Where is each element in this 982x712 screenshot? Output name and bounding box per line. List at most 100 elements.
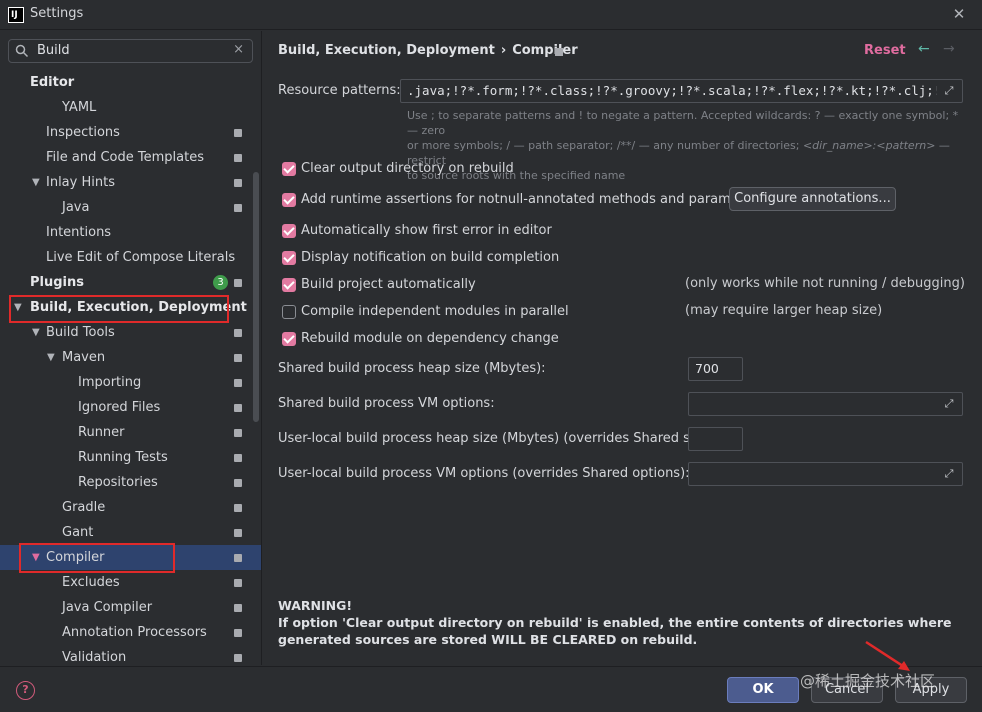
project-scope-icon <box>234 429 242 437</box>
chevron-down-icon[interactable]: ▼ <box>32 320 44 345</box>
tree-item-intentions[interactable]: Intentions <box>0 220 261 245</box>
ok-button[interactable]: OK <box>727 677 799 703</box>
forward-arrow-icon[interactable]: → <box>943 41 955 57</box>
heap-size-label: Shared build process heap size (Mbytes): <box>278 361 546 376</box>
highlight-box <box>9 295 229 323</box>
search-input[interactable]: Build × <box>8 39 253 63</box>
build-notification-checkbox[interactable] <box>282 251 296 265</box>
tree-item-ignored-files[interactable]: Ignored Files <box>0 395 261 420</box>
close-icon[interactable]: ✕ <box>948 3 970 25</box>
user-heap-field[interactable] <box>688 427 743 451</box>
search-icon <box>15 44 29 58</box>
project-scope-icon <box>234 654 242 662</box>
build-automatically-checkbox[interactable] <box>282 278 296 292</box>
tree-item-label: Running Tests <box>78 450 168 465</box>
tree-item-java-compiler[interactable]: Java Compiler <box>0 595 261 620</box>
tree-item-label: Ignored Files <box>78 400 161 415</box>
project-scope-icon <box>234 129 242 137</box>
sidebar-scrollbar[interactable] <box>253 172 259 422</box>
project-scope-icon <box>234 379 242 387</box>
tree-item-plugins[interactable]: Plugins 3 <box>0 270 261 295</box>
compiler-settings-panel: Build, Execution, Deployment › Compiler Re… <box>263 31 982 665</box>
help-icon[interactable]: ? <box>16 681 35 700</box>
tree-item-inlay-hints[interactable]: ▼ Inlay Hints <box>0 170 261 195</box>
tree-item-label: Validation <box>62 650 127 665</box>
show-first-error-checkbox[interactable] <box>282 224 296 238</box>
project-scope-icon <box>555 48 563 56</box>
chevron-down-icon[interactable]: ▼ <box>47 345 59 370</box>
resource-patterns-field[interactable]: .java;!?*.form;!?*.class;!?*.groovy;!?*.… <box>400 79 963 103</box>
heap-size-value[interactable]: 700 <box>695 361 719 376</box>
tree-item-gradle[interactable]: Gradle <box>0 495 261 520</box>
tree-item-yaml[interactable]: YAML <box>0 95 261 120</box>
runtime-assertions-checkbox[interactable] <box>282 193 296 207</box>
clear-search-icon[interactable]: × <box>233 42 244 57</box>
project-scope-icon <box>234 454 242 462</box>
tree-item-gant[interactable]: Gant <box>0 520 261 545</box>
resource-patterns-label: Resource patterns: <box>278 83 401 98</box>
back-arrow-icon[interactable]: ← <box>918 41 930 57</box>
tree-item-annotation-processors[interactable]: Annotation Processors <box>0 620 261 645</box>
project-scope-icon <box>234 529 242 537</box>
option-label: Compile independent modules in parallel <box>301 304 569 319</box>
breadcrumb-current: Compiler <box>512 43 578 58</box>
project-scope-icon <box>234 479 242 487</box>
clear-output-checkbox[interactable] <box>282 162 296 176</box>
tree-item-runner[interactable]: Runner <box>0 420 261 445</box>
breadcrumb: Build, Execution, Deployment › Compiler <box>278 43 578 58</box>
intellij-logo-icon: IJ <box>8 7 24 23</box>
tree-item-running-tests[interactable]: Running Tests <box>0 445 261 470</box>
reset-link[interactable]: Reset <box>864 43 906 58</box>
tree-item-validation[interactable]: Validation <box>0 645 261 665</box>
tree-item-build-tools[interactable]: ▼ Build Tools <box>0 320 261 345</box>
option-label: Add runtime assertions for notnull-annot… <box>301 192 765 207</box>
tree-item-maven[interactable]: ▼ Maven <box>0 345 261 370</box>
tree-item-inspections[interactable]: Inspections <box>0 120 261 145</box>
expand-icon[interactable]: ⤢ <box>942 397 956 411</box>
vm-options-field[interactable]: ⤢ <box>688 392 963 416</box>
expand-icon[interactable]: ⤢ <box>942 467 956 481</box>
tree-item-excludes[interactable]: Excludes <box>0 570 261 595</box>
user-vm-label: User-local build process VM options (ove… <box>278 466 690 481</box>
resource-patterns-value[interactable]: .java;!?*.form;!?*.class;!?*.groovy;!?*.… <box>407 83 937 98</box>
breadcrumb-separator: › <box>500 43 507 58</box>
project-scope-icon <box>234 279 242 287</box>
user-vm-field[interactable]: ⤢ <box>688 462 963 486</box>
tree-item-label: Excludes <box>62 575 120 590</box>
tree-item-label: Java <box>62 200 90 215</box>
tree-item-label: Repositories <box>78 475 158 490</box>
tree-item-label: Annotation Processors <box>62 625 207 640</box>
configure-annotations-button[interactable]: Configure annotations... <box>729 187 896 211</box>
window-title: Settings <box>30 6 84 21</box>
tree-item-label: Runner <box>78 425 125 440</box>
chevron-down-icon[interactable]: ▼ <box>32 170 44 195</box>
tree-item-label: Intentions <box>46 225 112 240</box>
build-automatically-note: (only works while not running / debuggin… <box>685 276 965 291</box>
project-scope-icon <box>234 504 242 512</box>
rebuild-on-dependency-checkbox[interactable] <box>282 332 296 346</box>
tree-item-editor[interactable]: Editor <box>0 70 261 95</box>
project-scope-icon <box>234 629 242 637</box>
option-label: Automatically show first error in editor <box>301 223 552 238</box>
hint-dir-pattern: <dir_name>:<pattern> <box>802 139 936 152</box>
project-scope-icon <box>234 579 242 587</box>
tree-item-label: Inspections <box>46 125 120 140</box>
tree-item-java-hints[interactable]: Java <box>0 195 261 220</box>
compile-parallel-checkbox[interactable] <box>282 305 296 319</box>
expand-icon[interactable]: ⤢ <box>942 84 956 98</box>
tree-item-file-templates[interactable]: File and Code Templates <box>0 145 261 170</box>
tree-item-live-edit[interactable]: Live Edit of Compose Literals <box>0 245 261 270</box>
tree-item-repositories[interactable]: Repositories <box>0 470 261 495</box>
heap-size-field[interactable]: 700 <box>688 357 743 381</box>
tree-item-label: Java Compiler <box>62 600 153 615</box>
warning-title: WARNING! <box>278 598 353 613</box>
tree-item-label: Inlay Hints <box>46 175 115 190</box>
compile-parallel-note: (may require larger heap size) <box>685 303 883 318</box>
breadcrumb-parent[interactable]: Build, Execution, Deployment <box>278 43 495 58</box>
tree-item-importing[interactable]: Importing <box>0 370 261 395</box>
search-value[interactable]: Build <box>37 43 70 58</box>
tree-item-label: Importing <box>78 375 142 390</box>
tree-item-label: Gant <box>62 525 94 540</box>
option-label: Clear output directory on rebuild <box>301 161 514 176</box>
option-label: Build project automatically <box>301 277 476 292</box>
